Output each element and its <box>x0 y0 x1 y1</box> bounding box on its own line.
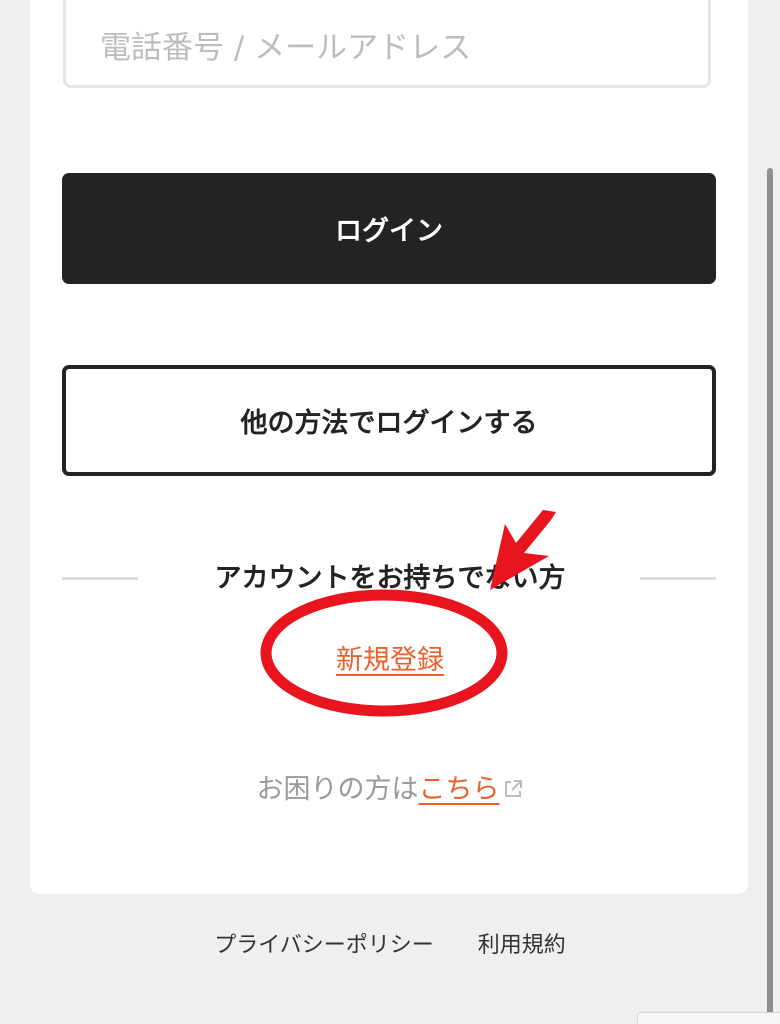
scrollbar[interactable] <box>767 168 773 1024</box>
help-prefix: お困りの方は <box>256 774 419 805</box>
login-button[interactable]: ログイン <box>62 173 716 284</box>
phone-email-input[interactable] <box>63 0 711 88</box>
page: ログイン 他の方法でログインする アカウントをお持ちでない方 新規登録 お困りの… <box>0 0 780 1024</box>
help-link[interactable]: こちら <box>419 774 500 805</box>
register-link[interactable]: 新規登録 <box>290 642 490 680</box>
corner-widget <box>637 1012 780 1024</box>
privacy-policy-link[interactable]: プライバシーポリシー <box>214 930 434 962</box>
no-account-prompt: アカウントをお持ちでない方 <box>214 563 566 594</box>
terms-link[interactable]: 利用規約 <box>478 930 566 962</box>
divider-left <box>62 577 138 580</box>
external-link-icon <box>502 773 524 811</box>
footer-links: プライバシーポリシー 利用規約 <box>0 930 780 962</box>
help-row: お困りの方はこちら <box>190 771 590 811</box>
other-login-methods-button[interactable]: 他の方法でログインする <box>62 365 716 476</box>
divider-right <box>640 577 716 580</box>
